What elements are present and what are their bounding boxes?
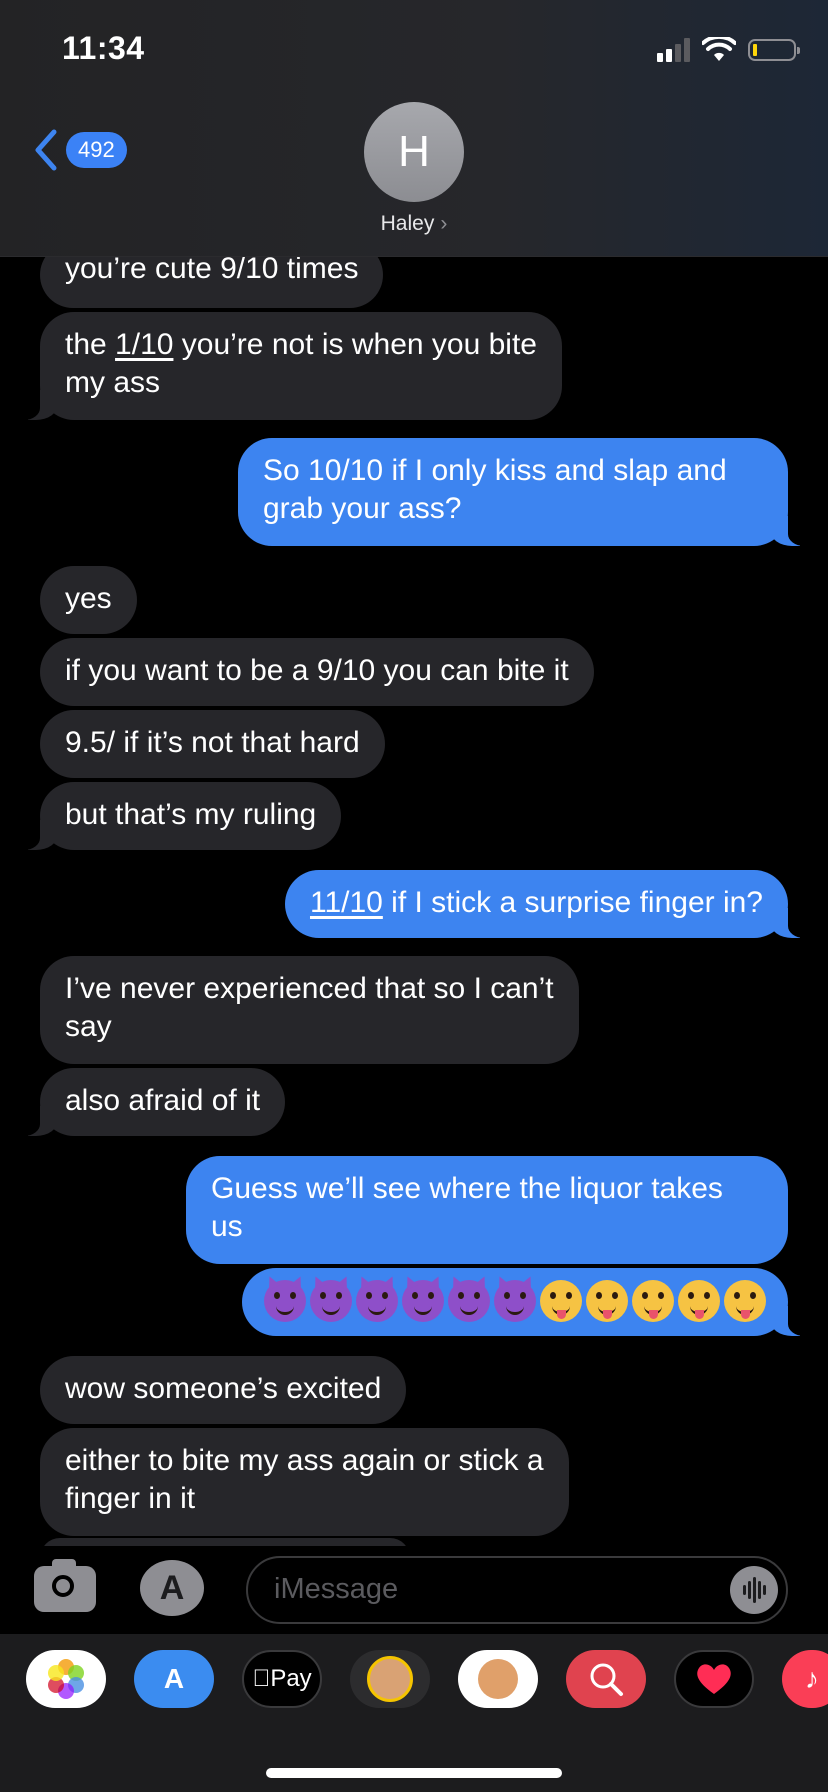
unread-count-badge: 492: [66, 132, 127, 168]
photos-app-icon[interactable]: [26, 1650, 106, 1708]
smiling-imp-emoji: [448, 1280, 490, 1322]
message-bubble-outgoing[interactable]: [242, 1268, 812, 1336]
message-text: you’re not is when you bite: [173, 328, 537, 361]
message-text: my ass: [65, 366, 161, 399]
message-bubble-outgoing[interactable]: Guess we’ll see where the liquor takes u…: [186, 1156, 788, 1264]
tongue-face-emoji: [724, 1280, 766, 1322]
smiling-imp-emoji: [264, 1280, 306, 1322]
message-bubble-incoming[interactable]: either to bite my ass again or stick a f…: [40, 1428, 569, 1536]
animoji-icon[interactable]: [458, 1650, 538, 1708]
contact-avatar[interactable]: H: [364, 102, 464, 202]
contact-name: Haley: [380, 212, 435, 235]
status-time: 11:34: [62, 30, 145, 66]
message-text: 9.5/ if it’s not that hard: [65, 726, 360, 759]
app-store-drawer-icon[interactable]: A: [134, 1650, 214, 1708]
message-text: either to bite my ass again or stick a: [65, 1444, 544, 1477]
message-text: but that’s my ruling: [65, 798, 317, 831]
message-text: grab your ass?: [263, 492, 462, 525]
heart-icon: [697, 1664, 731, 1694]
message-bubble-incoming[interactable]: 9.5/ if it’s not that hard: [40, 710, 385, 778]
web-images-search-icon[interactable]: [566, 1650, 646, 1708]
message-input-bar: A iMessage: [0, 1546, 828, 1634]
message-bubble-incoming[interactable]: also afraid of it: [15, 1068, 286, 1136]
tongue-face-emoji: [586, 1280, 628, 1322]
back-button[interactable]: 492: [32, 128, 127, 172]
message-text: wow someone’s excited: [65, 1372, 382, 1405]
message-text: Guess we’ll see where the liquor takes: [211, 1172, 723, 1205]
message-link[interactable]: 11/10: [310, 886, 383, 919]
apple-logo-icon: : [252, 1665, 270, 1693]
home-indicator[interactable]: [266, 1768, 562, 1778]
memoji-sticker-icon[interactable]: [350, 1650, 430, 1708]
message-text: I’ve never experienced that so I can’t: [65, 972, 554, 1005]
status-icons: [657, 36, 800, 64]
smiling-imp-emoji: [402, 1280, 444, 1322]
imessage-input[interactable]: iMessage: [246, 1556, 788, 1624]
message-text: say: [65, 1010, 112, 1043]
music-app-icon[interactable]: ♪: [782, 1650, 828, 1708]
smiling-imp-emoji: [494, 1280, 536, 1322]
message-text: us: [211, 1210, 243, 1243]
tongue-face-emoji: [632, 1280, 674, 1322]
app-drawer: A Pay ♪: [0, 1634, 828, 1792]
emoji-row: [264, 1280, 766, 1322]
imessage-placeholder: iMessage: [274, 1573, 399, 1605]
digital-touch-icon[interactable]: [674, 1650, 754, 1708]
message-text: the: [65, 328, 116, 361]
chevron-left-icon: [35, 129, 57, 171]
message-link[interactable]: 1/10: [115, 328, 173, 361]
message-bubble-incoming[interactable]: if you want to be a 9/10 you can bite it: [40, 638, 594, 706]
audio-message-icon[interactable]: [730, 1566, 778, 1614]
message-text: yes: [65, 582, 112, 615]
apple-pay-label: Pay: [261, 1665, 311, 1692]
message-text: also afraid of it: [65, 1084, 261, 1117]
message-bubble-incoming[interactable]: wow someone’s excited: [40, 1356, 407, 1424]
smiling-imp-emoji: [356, 1280, 398, 1322]
message-bubble-incoming[interactable]: I’ve never experienced that so I can’t s…: [40, 956, 579, 1064]
battery-icon: [748, 39, 800, 61]
message-text: if I stick a surprise finger in?: [382, 886, 763, 919]
message-bubble-outgoing[interactable]: 11/10 if I stick a surprise finger in?: [284, 870, 813, 938]
app-store-icon[interactable]: A: [140, 1560, 204, 1616]
camera-icon[interactable]: [34, 1559, 96, 1612]
message-bubble-incoming[interactable]: but that’s my ruling: [15, 782, 342, 850]
globe-search-icon: [590, 1663, 623, 1696]
cellular-signal-icon: [657, 38, 690, 62]
wifi-icon: [702, 37, 736, 61]
message-text: So 10/10 if I only kiss and slap and: [263, 454, 727, 487]
tongue-face-emoji: [678, 1280, 720, 1322]
message-text: finger in it: [65, 1482, 196, 1515]
message-bubble-outgoing[interactable]: So 10/10 if I only kiss and slap and gra…: [238, 438, 812, 546]
smiling-imp-emoji: [310, 1280, 352, 1322]
message-text: if you want to be a 9/10 you can bite it: [65, 654, 569, 687]
message-bubble-incoming[interactable]: yes: [40, 566, 137, 634]
photos-flower-icon: [48, 1659, 84, 1699]
message-bubble-incoming[interactable]: the 1/10 you’re not is when you bite my …: [16, 312, 562, 420]
apple-pay-icon[interactable]: Pay: [242, 1650, 322, 1708]
contact-name-button[interactable]: Haley ›: [0, 212, 828, 236]
conversation-header: 11:34 492 H Haley ›: [0, 0, 828, 257]
chevron-right-icon: ›: [440, 212, 448, 235]
tongue-face-emoji: [540, 1280, 582, 1322]
